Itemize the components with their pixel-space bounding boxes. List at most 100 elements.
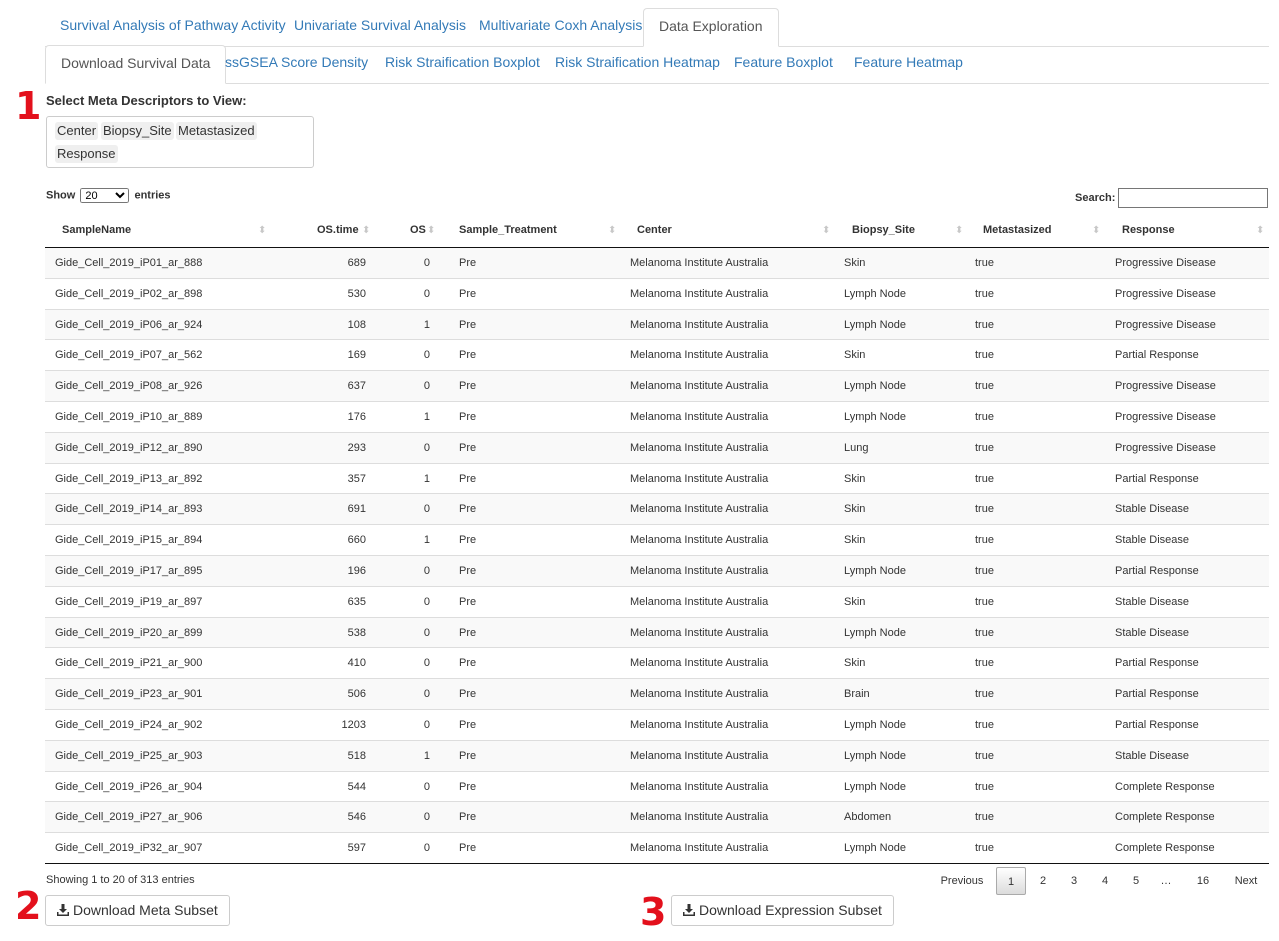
column-header-response[interactable]: Response	[1122, 215, 1175, 247]
tab-univariate-survival[interactable]: Univariate Survival Analysis	[279, 8, 481, 45]
cell-samplename: Gide_Cell_2019_iP27_ar_906	[55, 811, 203, 824]
cell-biopsy-site: Skin	[844, 349, 866, 362]
table-row[interactable]: Gide_Cell_2019_iP24_ar_902 1203 0 Pre Melano…	[45, 710, 1269, 741]
sort-both-icon[interactable]: ⬍	[1256, 215, 1264, 247]
cell-response: Partial Response	[1115, 472, 1199, 485]
sort-both-icon[interactable]: ⬍	[822, 215, 830, 247]
cell-sample-treatment: Pre	[459, 410, 477, 423]
tab-risk-stratification-boxplot[interactable]: Risk Straification Boxplot	[370, 45, 555, 82]
table-row[interactable]: Gide_Cell_2019_iP07_ar_562 169 0 Pre Melanom…	[45, 340, 1269, 372]
tab-survival-analysis-pathway[interactable]: Survival Analysis of Pathway Activity	[45, 8, 301, 45]
cell-center: Melanoma Institute Australia	[630, 287, 769, 300]
selected-chip[interactable]: Center	[55, 122, 99, 140]
cell-os-time: 637	[347, 380, 366, 393]
table-row[interactable]: Gide_Cell_2019_iP20_ar_899 538 0 Pre Melanom…	[45, 617, 1269, 649]
cell-metastasized: true	[975, 626, 994, 639]
cell-sample-treatment: Pre	[459, 842, 477, 855]
pagination-page[interactable]: 4	[1092, 867, 1118, 895]
cell-center: Melanoma Institute Australia	[630, 349, 769, 362]
cell-metastasized: true	[975, 503, 994, 516]
cell-biopsy-site: Skin	[844, 257, 866, 269]
table-row[interactable]: Gide_Cell_2019_iP15_ar_894 660 1 Pre Melanom…	[45, 525, 1269, 556]
sort-both-icon[interactable]: ⬍	[258, 215, 266, 247]
cell-center: Melanoma Institute Australia	[630, 564, 769, 577]
column-header-metastasized[interactable]: Metastasized	[983, 215, 1051, 247]
cell-response: Partial Response	[1115, 657, 1199, 670]
cell-sample-treatment: Pre	[459, 749, 477, 762]
selected-chip[interactable]: Biopsy_Site	[101, 122, 174, 140]
cell-os: 0	[423, 688, 430, 701]
tab-download-survival-data[interactable]: Download Survival Data	[45, 45, 227, 84]
table-row[interactable]: Gide_Cell_2019_iP17_ar_895 196 0 Pre Melanom…	[45, 555, 1269, 587]
table-row[interactable]: Gide_Cell_2019_iP26_ar_904 544 0 Pre Melanom…	[45, 772, 1269, 803]
table-row[interactable]: Gide_Cell_2019_iP25_ar_903 518 1 Pre Melanom…	[45, 740, 1269, 772]
table-row[interactable]: Gide_Cell_2019_iP10_ar_889 176 1 Pre Melanom…	[45, 402, 1269, 433]
cell-response: Complete Response	[1115, 780, 1215, 793]
cell-sample-treatment: Pre	[459, 472, 477, 485]
table-row[interactable]: Gide_Cell_2019_iP02_ar_898 530 0 Pre Melanom…	[45, 279, 1269, 310]
table-row[interactable]: Gide_Cell_2019_iP27_ar_906 546 0 Pre Melanom…	[45, 802, 1269, 834]
cell-os-time: 660	[347, 534, 366, 547]
cell-os: 0	[423, 257, 430, 269]
download-meta-subset-button[interactable]: Download Meta Subset	[45, 895, 230, 926]
pagination-next[interactable]: Next	[1228, 867, 1264, 895]
meta-descriptor-select[interactable]: Center Biopsy_Site Metastasized Response	[46, 116, 314, 168]
column-header-samplename[interactable]: SampleName	[62, 215, 131, 247]
pagination-previous[interactable]: Previous	[933, 867, 991, 895]
search-input[interactable]	[1118, 188, 1268, 208]
cell-sample-treatment: Pre	[459, 718, 477, 731]
table-row[interactable]: Gide_Cell_2019_iP13_ar_892 357 1 Pre Melanom…	[45, 464, 1269, 495]
cell-sample-treatment: Pre	[459, 688, 477, 701]
tab-risk-stratification-heatmap[interactable]: Risk Straification Heatmap	[540, 45, 735, 82]
table-row[interactable]: Gide_Cell_2019_iP01_ar_888 689 0 Pre Melanom…	[45, 248, 1269, 279]
table-row[interactable]: Gide_Cell_2019_iP21_ar_900 410 0 Pre Melanom…	[45, 648, 1269, 680]
table-row[interactable]: Gide_Cell_2019_iP06_ar_924 108 1 Pre Melanom…	[45, 309, 1269, 341]
pagination-page[interactable]: 16	[1188, 867, 1218, 895]
pagination-page[interactable]: 2	[1030, 867, 1056, 895]
table-row[interactable]: Gide_Cell_2019_iP23_ar_901 506 0 Pre Melanom…	[45, 679, 1269, 710]
entries-per-page-select[interactable]: 20	[80, 188, 130, 203]
tab-feature-heatmap[interactable]: Feature Heatmap	[839, 45, 978, 82]
pagination-page[interactable]: 5	[1123, 867, 1149, 895]
sort-both-icon[interactable]: ⬍	[427, 215, 435, 247]
download-expression-subset-button[interactable]: Download Expression Subset	[671, 895, 894, 926]
cell-biopsy-site: Lymph Node	[844, 626, 906, 639]
cell-metastasized: true	[975, 564, 994, 577]
search-label: Search:	[1075, 192, 1116, 204]
tab-multivariate-coxh[interactable]: Multivariate Coxh Analysis	[464, 8, 657, 45]
cell-response: Stable Disease	[1115, 626, 1189, 639]
column-header-biopsy-site[interactable]: Biopsy_Site	[852, 215, 915, 247]
column-header-os[interactable]: OS	[410, 215, 426, 247]
sort-both-icon[interactable]: ⬍	[608, 215, 616, 247]
cell-center: Melanoma Institute Australia	[630, 595, 769, 608]
column-header-sample-treatment[interactable]: Sample_Treatment	[459, 215, 557, 247]
column-header-center[interactable]: Center	[637, 215, 672, 247]
table-row[interactable]: Gide_Cell_2019_iP08_ar_926 637 0 Pre Melanom…	[45, 371, 1269, 402]
download-meta-label: Download Meta Subset	[73, 902, 218, 918]
cell-response: Complete Response	[1115, 811, 1215, 824]
table-row[interactable]: Gide_Cell_2019_iP12_ar_890 293 0 Pre Melanom…	[45, 432, 1269, 464]
tab-feature-boxplot[interactable]: Feature Boxplot	[719, 45, 848, 82]
cell-metastasized: true	[975, 534, 994, 547]
sort-both-icon[interactable]: ⬍	[1092, 215, 1100, 247]
cell-os: 0	[423, 595, 430, 608]
cell-metastasized: true	[975, 380, 994, 393]
selected-chip[interactable]: Metastasized	[176, 122, 257, 140]
cell-metastasized: true	[975, 718, 994, 731]
cell-biopsy-site: Skin	[844, 534, 866, 547]
table-row[interactable]: Gide_Cell_2019_iP14_ar_893 691 0 Pre Melanom…	[45, 494, 1269, 526]
pagination-page-current[interactable]: 1	[996, 867, 1026, 895]
pagination-page[interactable]: 3	[1061, 867, 1087, 895]
selected-chip[interactable]: Response	[55, 145, 118, 163]
cell-os-time: 410	[347, 657, 366, 670]
tab-ssgsea-score-density[interactable]: ssGSEA Score Density	[210, 45, 383, 82]
column-header-os-time[interactable]: OS.time	[317, 215, 359, 247]
cell-metastasized: true	[975, 287, 994, 300]
table-row[interactable]: Gide_Cell_2019_iP19_ar_897 635 0 Pre Melanom…	[45, 587, 1269, 618]
table-row[interactable]: Gide_Cell_2019_iP32_ar_907 597 0 Pre Melanom…	[45, 833, 1269, 864]
sort-both-icon[interactable]: ⬍	[362, 215, 370, 247]
tab-data-exploration[interactable]: Data Exploration	[643, 8, 779, 47]
sort-both-icon[interactable]: ⬍	[955, 215, 963, 247]
cell-response: Progressive Disease	[1115, 380, 1216, 393]
cell-biopsy-site: Lymph Node	[844, 749, 906, 762]
